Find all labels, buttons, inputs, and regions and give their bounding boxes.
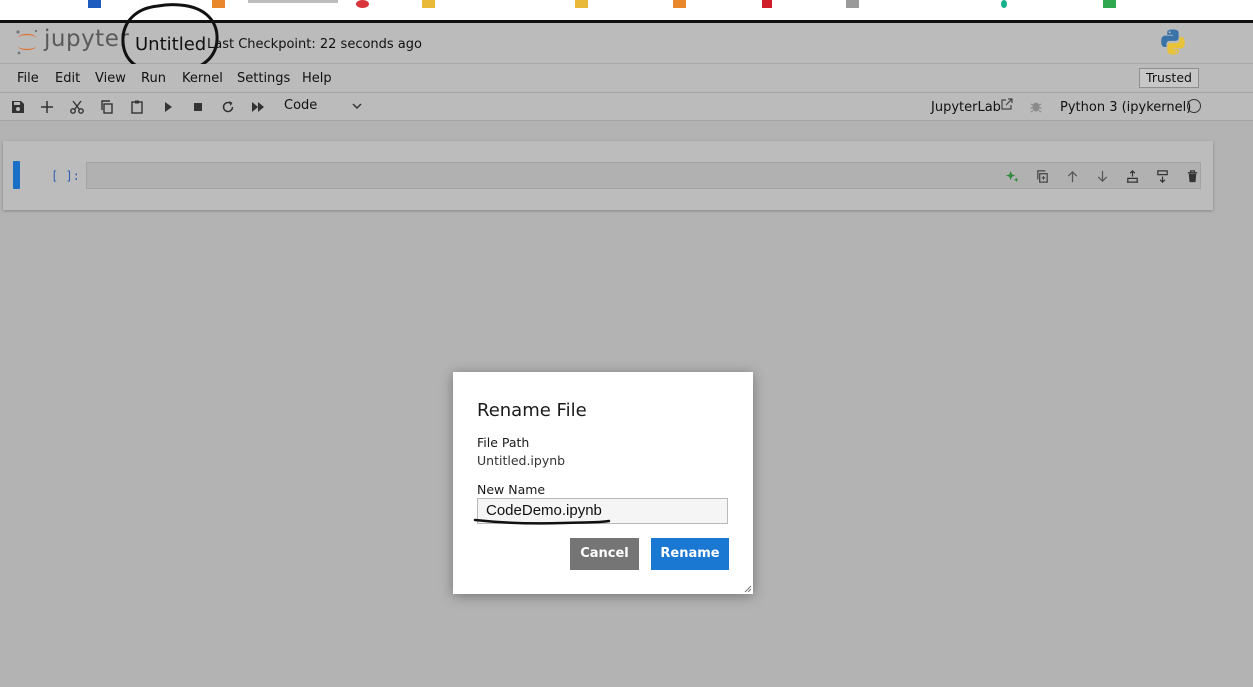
fast-forward-icon bbox=[252, 102, 264, 112]
stop-icon bbox=[194, 103, 202, 111]
paste-icon bbox=[131, 100, 143, 114]
menu-settings[interactable]: Settings bbox=[237, 71, 290, 86]
kernel-status-circle-icon bbox=[1187, 99, 1201, 113]
restart-run-all-button[interactable] bbox=[248, 97, 268, 117]
bookmark-icon[interactable] bbox=[846, 0, 859, 8]
bookmark-icon[interactable] bbox=[575, 0, 588, 8]
menu-file[interactable]: File bbox=[17, 71, 39, 86]
jupyter-logo-text[interactable]: jupyter bbox=[44, 26, 129, 52]
copy-cell-button[interactable] bbox=[97, 97, 117, 117]
bookmark-icon[interactable] bbox=[422, 0, 435, 8]
cell-collapser[interactable] bbox=[13, 161, 20, 189]
checkpoint-status: Last Checkpoint: 22 seconds ago bbox=[207, 37, 422, 52]
cancel-button[interactable]: Cancel bbox=[570, 538, 639, 570]
rename-file-dialog: Rename File File Path Untitled.ipynb New… bbox=[453, 372, 753, 594]
restart-kernel-button[interactable] bbox=[218, 97, 238, 117]
jupyter-logo-icon[interactable] bbox=[14, 27, 40, 57]
insert-above-button[interactable] bbox=[1121, 165, 1143, 187]
trusted-badge[interactable]: Trusted bbox=[1139, 68, 1199, 88]
copy-icon bbox=[101, 100, 113, 114]
play-icon bbox=[165, 102, 172, 112]
restart-icon bbox=[222, 101, 234, 113]
plus-icon bbox=[41, 101, 53, 113]
cut-cell-button[interactable] bbox=[67, 97, 87, 117]
dialog-title: Rename File bbox=[477, 400, 587, 421]
save-icon bbox=[12, 101, 24, 113]
scissors-icon bbox=[70, 100, 84, 114]
chevron-down-icon[interactable] bbox=[350, 99, 364, 113]
arrow-down-icon bbox=[1097, 170, 1107, 182]
arrow-up-icon bbox=[1067, 170, 1077, 182]
kernel-name[interactable]: Python 3 (ipykernel) bbox=[1060, 100, 1191, 115]
jupyterlab-link[interactable]: JupyterLab bbox=[931, 100, 1001, 115]
delete-cell-button[interactable] bbox=[1181, 165, 1203, 187]
underline-annotation bbox=[473, 518, 611, 525]
bookmark-icon[interactable] bbox=[1001, 0, 1007, 8]
bookmark-icon[interactable] bbox=[1103, 0, 1116, 8]
debugger-bug-icon[interactable] bbox=[1029, 99, 1043, 113]
rename-button[interactable]: Rename bbox=[651, 538, 729, 570]
notebook-toolbar: Code JupyterLab Python 3 (ipykernel) bbox=[0, 93, 1253, 121]
insert-below-icon bbox=[1156, 169, 1168, 183]
move-up-button[interactable] bbox=[1061, 165, 1083, 187]
ai-generate-button[interactable] bbox=[1001, 165, 1023, 187]
external-link-icon[interactable] bbox=[1000, 98, 1013, 111]
interrupt-kernel-button[interactable] bbox=[188, 97, 208, 117]
trash-icon bbox=[1187, 169, 1197, 182]
bookmark-icon[interactable] bbox=[88, 0, 101, 8]
insert-above-icon bbox=[1126, 169, 1138, 183]
menu-help[interactable]: Help bbox=[302, 71, 332, 86]
insert-below-button[interactable] bbox=[1151, 165, 1173, 187]
move-down-button[interactable] bbox=[1091, 165, 1113, 187]
menubar: File Edit View Run Kernel Settings Help … bbox=[0, 64, 1253, 93]
menu-run[interactable]: Run bbox=[141, 71, 166, 86]
bookmark-icon[interactable] bbox=[356, 0, 369, 8]
run-cell-button[interactable] bbox=[158, 97, 178, 117]
new-name-label: New Name bbox=[477, 482, 546, 497]
save-button[interactable] bbox=[8, 97, 28, 117]
paste-cell-button[interactable] bbox=[127, 97, 147, 117]
file-path-value: Untitled.ipynb bbox=[477, 453, 566, 468]
file-path-label: File Path bbox=[477, 435, 530, 450]
bookmark-icon[interactable] bbox=[673, 0, 686, 8]
duplicate-cell-button[interactable] bbox=[1031, 165, 1053, 187]
resize-grip-icon[interactable] bbox=[742, 583, 752, 593]
insert-cell-button[interactable] bbox=[37, 97, 57, 117]
menu-view[interactable]: View bbox=[95, 71, 126, 86]
cell-prompt: [ ]: bbox=[51, 169, 80, 183]
notebook-cell[interactable]: [ ]: bbox=[3, 141, 1213, 210]
python-logo-icon bbox=[1161, 29, 1185, 55]
menu-kernel[interactable]: Kernel bbox=[182, 71, 223, 86]
bookmark-label[interactable] bbox=[248, 0, 338, 3]
bookmark-icon[interactable] bbox=[762, 0, 772, 8]
duplicate-icon bbox=[1036, 169, 1048, 183]
sparkle-icon bbox=[1005, 170, 1019, 182]
menu-edit[interactable]: Edit bbox=[55, 71, 80, 86]
